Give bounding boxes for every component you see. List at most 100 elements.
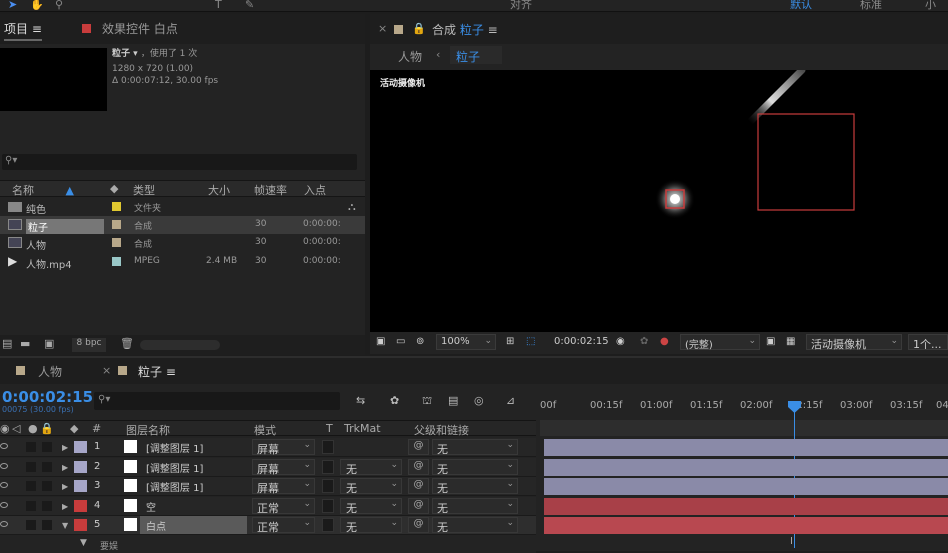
preserve-transparency-checkbox[interactable] <box>322 459 334 474</box>
graph-editor-icon[interactable]: ⊿ <box>506 394 515 407</box>
layer-name[interactable]: 白点 <box>140 516 247 535</box>
region-icon[interactable]: ⬚ <box>526 336 535 347</box>
layer-duration-bar[interactable] <box>544 458 948 476</box>
blend-mode-select[interactable]: 正常 ⌄ <box>252 497 315 515</box>
selection-tool-icon[interactable]: ➤ <box>8 0 17 10</box>
pick-whip-icon[interactable]: @ <box>408 478 429 495</box>
trkmat-select[interactable]: 无 ⌄ <box>340 478 402 495</box>
lock-switch[interactable] <box>42 481 52 492</box>
trkmat-select[interactable]: 无 ⌄ <box>340 497 402 515</box>
solo-switch[interactable] <box>26 442 36 452</box>
shy-layers-icon[interactable]: ⛫ <box>422 394 432 409</box>
fast-preview-icon[interactable]: ▣ <box>766 336 775 347</box>
new-composition-icon[interactable]: ▣ <box>44 337 54 350</box>
layer-label-color[interactable] <box>74 460 87 473</box>
show-channel-icon[interactable]: ✿ <box>640 336 648 347</box>
eye-icon[interactable] <box>0 462 8 469</box>
chevron-down-icon[interactable]: ▼ <box>80 538 87 548</box>
timeline-timecode[interactable]: 0:00:02:15 <box>2 388 93 406</box>
blend-mode-select[interactable]: 屏幕 ⌄ <box>252 478 315 495</box>
snapshot-icon[interactable]: ▣ <box>376 336 385 347</box>
comp-tab-title[interactable]: 合成 粒子 ≡ <box>432 21 498 38</box>
project-scrollbar[interactable] <box>140 340 220 350</box>
pick-whip-icon[interactable]: @ <box>408 517 429 534</box>
zoom-tool-icon[interactable]: ⚲ <box>55 0 63 10</box>
layer-duration-bar[interactable] <box>544 478 948 496</box>
draft-3d-icon[interactable]: ✿ <box>390 394 399 407</box>
layer-label-color[interactable] <box>74 519 87 532</box>
work-area-bar[interactable] <box>540 420 948 436</box>
color-channels-icon[interactable]: ● <box>660 336 669 347</box>
layer-label-color[interactable] <box>74 480 87 493</box>
tab-person[interactable]: 人物 <box>38 363 62 380</box>
parent-select[interactable]: 无 ⌄ <box>432 497 518 515</box>
tab-particles[interactable]: 粒子 ≡ <box>138 363 176 380</box>
text-tool-icon[interactable]: T <box>215 0 222 10</box>
comp-flowchart-icon[interactable]: ⇆ <box>356 394 365 407</box>
motion-blur-icon[interactable]: ◎ <box>474 394 484 407</box>
col-fps[interactable]: 帧速率 <box>254 182 287 198</box>
solo-switch[interactable] <box>26 520 36 531</box>
interpret-footage-icon[interactable]: ▤ <box>2 337 12 350</box>
parent-select[interactable]: 无 ⌄ <box>432 478 518 495</box>
layer-row[interactable]: ▼ 5 白点 正常 ⌄ 无 ⌄ @ 无 ⌄ <box>0 516 536 536</box>
new-folder-icon[interactable]: ▬ <box>20 337 30 350</box>
breadcrumb-person[interactable]: 人物 <box>398 48 422 65</box>
project-search-input[interactable]: ⚲▾ <box>2 154 357 170</box>
col-parent[interactable]: 父级和链接 <box>414 422 469 438</box>
blend-mode-select[interactable]: 屏幕 ⌄ <box>252 439 315 456</box>
col-name[interactable]: 名称 ▲ <box>12 182 74 198</box>
tab-project[interactable]: 项目 ≡ <box>4 20 42 41</box>
layer-row[interactable]: ▶ 1 [调整图层 1] 屏幕 ⌄ @ 无 ⌄ <box>0 438 536 457</box>
eye-icon[interactable] <box>0 443 8 449</box>
lock-switch[interactable] <box>42 500 52 511</box>
pick-whip-icon[interactable]: @ <box>408 439 429 455</box>
preserve-transparency-checkbox[interactable] <box>322 518 334 533</box>
camera-select[interactable]: 活动摄像机 ⌄ <box>806 334 902 351</box>
preserve-transparency-checkbox[interactable] <box>322 479 334 494</box>
align-label[interactable]: 对齐 <box>510 0 532 10</box>
solo-switch[interactable] <box>26 481 36 492</box>
chevron-right-icon[interactable]: ▶ <box>62 463 68 472</box>
layer-name[interactable]: [调整图层 1] <box>140 458 247 476</box>
views-select[interactable]: 1个... <box>908 334 948 351</box>
bpc-button[interactable]: 8 bpc <box>72 338 106 352</box>
tab-effects[interactable]: 效果控件 白点 <box>102 20 178 37</box>
pick-whip-icon[interactable]: @ <box>408 458 429 475</box>
audio-toggle-icon[interactable]: ◁ <box>12 422 20 435</box>
camera-icon[interactable]: ◉ <box>616 336 625 347</box>
chevron-down-icon[interactable]: ▼ <box>62 521 68 530</box>
lock-icon[interactable]: 🔒 <box>40 422 54 435</box>
preserve-transparency-checkbox[interactable] <box>322 440 334 454</box>
lock-icon[interactable]: 🔒 <box>412 22 426 35</box>
layer-label-color[interactable] <box>74 441 87 453</box>
lock-switch[interactable] <box>42 461 52 472</box>
layer-row[interactable]: ▶ 2 [调整图层 1] 屏幕 ⌄ 无 ⌄ @ 无 ⌄ <box>0 457 536 477</box>
grid-icon[interactable]: ⊞ <box>506 336 514 347</box>
resolution-select[interactable]: (完整) ⌄ <box>680 334 760 351</box>
blend-mode-select[interactable]: 正常 ⌄ <box>252 517 315 534</box>
close-icon[interactable]: × <box>378 22 387 35</box>
label-tag-icon[interactable]: ◆ <box>110 182 118 195</box>
null-layer-box[interactable] <box>757 113 855 211</box>
pick-whip-icon[interactable]: @ <box>408 497 429 514</box>
col-size[interactable]: 大小 <box>208 182 230 198</box>
flowchart-icon[interactable]: ⛬ <box>348 200 356 214</box>
viewer-timecode[interactable]: 0:00:02:15 <box>554 336 609 347</box>
label-tag-icon[interactable]: ◆ <box>70 422 78 435</box>
solo-toggle-icon[interactable]: ● <box>28 422 38 435</box>
breadcrumb-particles[interactable]: 粒子 <box>450 46 502 64</box>
trkmat-select[interactable]: 无 ⌄ <box>340 458 402 476</box>
zoom-select[interactable]: 100% ⌄ <box>436 334 496 350</box>
eye-icon[interactable] <box>0 501 8 508</box>
col-mode[interactable]: 模式 <box>254 422 276 438</box>
layer-row[interactable]: ▶ 3 [调整图层 1] 屏幕 ⌄ 无 ⌄ @ 无 ⌄ <box>0 477 536 497</box>
transparency-grid-icon[interactable]: ▦ <box>786 336 795 347</box>
chevron-right-icon[interactable]: ▶ <box>62 443 68 452</box>
col-type[interactable]: 类型 <box>133 182 155 198</box>
lock-switch[interactable] <box>42 442 52 452</box>
layer-name[interactable]: 空 <box>140 497 247 515</box>
video-toggle-icon[interactable]: ◉ <box>0 422 10 435</box>
preserve-transparency-checkbox[interactable] <box>322 498 334 513</box>
blend-mode-select[interactable]: 屏幕 ⌄ <box>252 458 315 476</box>
